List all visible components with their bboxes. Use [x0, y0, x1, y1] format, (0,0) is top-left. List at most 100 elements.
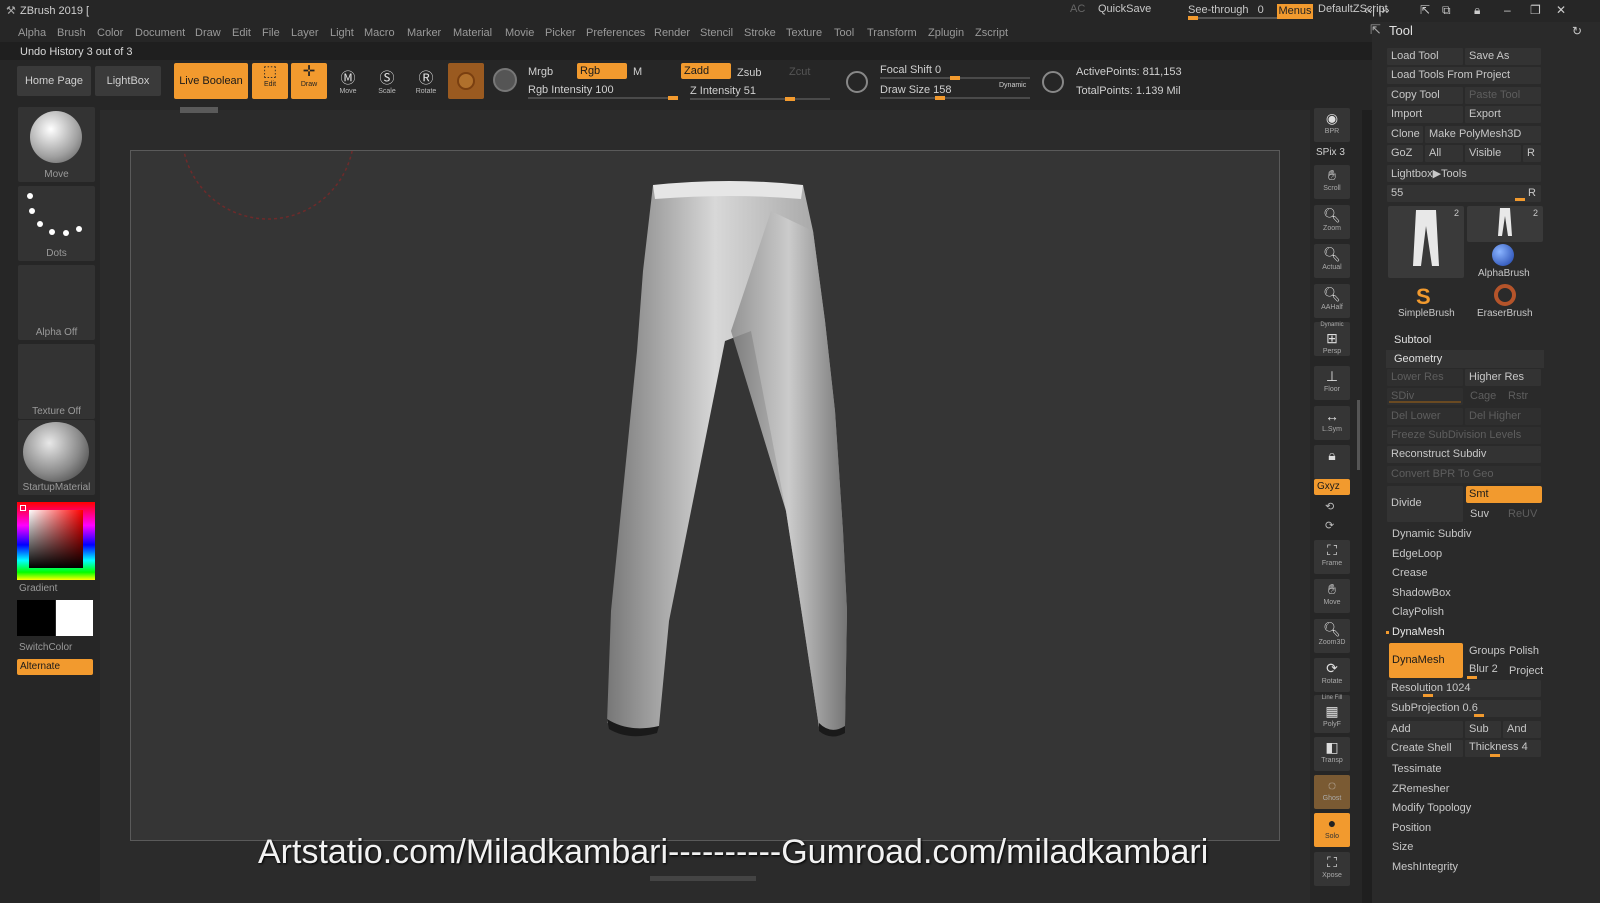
menu-material[interactable]: Material — [453, 27, 492, 39]
lock-icon[interactable]: 🔒︎ — [1474, 3, 1480, 18]
alternate-button[interactable]: Alternate — [17, 659, 93, 675]
menu-draw[interactable]: Draw — [195, 27, 221, 39]
persp-button[interactable]: Dynamic ⊞ Persp — [1314, 322, 1350, 356]
subtool-header[interactable]: Subtool — [1394, 334, 1431, 346]
move-mode-button[interactable]: Ⓜ Move — [330, 70, 366, 102]
goz-button[interactable]: GoZ — [1387, 145, 1423, 162]
menu-zscript[interactable]: Zscript — [975, 27, 1008, 39]
smt-button[interactable]: Smt — [1466, 486, 1542, 503]
home-page-button[interactable]: Home Page — [17, 66, 91, 96]
pin-icon[interactable]: ⇱ — [1370, 22, 1381, 38]
stroke-selector[interactable]: Dots — [18, 186, 95, 261]
rotate-y-icon[interactable]: ⟲ — [1325, 500, 1334, 513]
save-as-button[interactable]: Save As — [1465, 48, 1541, 65]
layout-icon[interactable]: ⇱ — [1420, 3, 1430, 17]
scale-mode-button[interactable]: Ⓢ Scale — [369, 70, 405, 102]
zadd-button[interactable]: Zadd — [681, 63, 731, 79]
resolution-slider[interactable]: Resolution 1024 — [1387, 680, 1541, 697]
menu-light[interactable]: Light — [330, 27, 354, 39]
alpha-brush-label[interactable]: AlphaBrush — [1478, 268, 1530, 279]
modify-topology-section[interactable]: Modify Topology — [1392, 802, 1471, 814]
create-shell-button[interactable]: Create Shell — [1387, 740, 1463, 757]
subprojection-knob[interactable] — [1474, 714, 1484, 717]
rgb-intensity-knob[interactable] — [668, 96, 678, 100]
shadowbox-section[interactable]: ShadowBox — [1392, 587, 1451, 599]
claypolish-section[interactable]: ClayPolish — [1392, 606, 1444, 618]
ghost-button[interactable]: ◌ Ghost — [1314, 775, 1350, 809]
z-intensity-label[interactable]: Z Intensity 51 — [690, 85, 756, 97]
load-from-project-button[interactable]: Load Tools From Project — [1387, 67, 1541, 84]
alpha-brush-icon[interactable] — [1492, 244, 1514, 266]
eraser-brush-icon[interactable] — [1494, 284, 1516, 306]
dynamesh-button[interactable]: DynaMesh — [1389, 643, 1463, 678]
menu-color[interactable]: Color — [97, 27, 123, 39]
menus-toggle-button[interactable]: Menus — [1277, 4, 1313, 19]
dynamic-size-button[interactable]: Dynamic — [999, 82, 1026, 89]
bpr-button[interactable]: ◉ BPR — [1314, 108, 1350, 142]
document-canvas[interactable] — [130, 46, 1280, 841]
menu-picker[interactable]: Picker — [545, 27, 576, 39]
main-color-swatch[interactable] — [56, 600, 93, 636]
m-button[interactable]: M — [633, 66, 642, 78]
material-swatch-button[interactable] — [448, 63, 484, 99]
tool-slider[interactable]: 55 R — [1387, 185, 1541, 202]
menu-brush[interactable]: Brush — [57, 27, 86, 39]
minimize-icon[interactable]: – — [1504, 3, 1511, 17]
lower-res-button[interactable]: Lower Res — [1387, 369, 1463, 386]
menu-layer[interactable]: Layer — [291, 27, 319, 39]
copy-tool-button[interactable]: Copy Tool — [1387, 87, 1463, 104]
clone-button[interactable]: Clone — [1387, 126, 1423, 143]
layout2-icon[interactable]: ⧉ — [1442, 3, 1451, 18]
zoom3d-button[interactable]: 🔍︎ Zoom3D — [1314, 619, 1350, 653]
rstr-button[interactable]: Rstr — [1508, 390, 1528, 402]
lock-camera-button[interactable]: 🔒︎ — [1314, 445, 1350, 479]
pants-small-thumbnail[interactable]: 2 — [1467, 206, 1543, 242]
viewport-scroll-handle[interactable] — [180, 107, 218, 113]
tool-panel-refresh-icon[interactable]: ↻ — [1572, 24, 1582, 38]
menu-alpha[interactable]: Alpha — [18, 27, 46, 39]
color-picker[interactable] — [17, 502, 95, 580]
xyz-button[interactable]: Gxyz — [1314, 479, 1350, 495]
suv-button[interactable]: Suv — [1470, 508, 1489, 520]
frame-button[interactable]: ⛶ Frame — [1314, 540, 1350, 574]
geometry-header[interactable]: Geometry — [1394, 353, 1442, 365]
groups-button[interactable]: Groups — [1469, 645, 1505, 657]
rotate-mode-button[interactable]: Ⓡ Rotate — [408, 70, 444, 102]
menu-macro[interactable]: Macro — [364, 27, 395, 39]
move-view-button[interactable]: ✋︎ Move — [1314, 579, 1350, 613]
edit-mode-button[interactable]: ⬚ Edit — [252, 63, 288, 99]
eraser-brush-label[interactable]: EraserBrush — [1477, 308, 1533, 319]
transp-button[interactable]: ◧ Transp — [1314, 737, 1350, 771]
freeze-subdiv-button[interactable]: Freeze SubDivision Levels — [1387, 427, 1541, 444]
draw-mode-button[interactable]: ✛ Draw — [291, 63, 327, 99]
tool-panel-title[interactable]: Tool — [1389, 23, 1413, 38]
undo-history-label[interactable]: Undo History 3 out of 3 — [20, 46, 133, 58]
thickness-slider[interactable]: Thickness 4 — [1465, 740, 1541, 757]
visible-button[interactable]: Visible — [1465, 145, 1521, 162]
blur-knob[interactable] — [1467, 676, 1477, 679]
and-button[interactable]: And — [1503, 721, 1541, 738]
switch-color-button[interactable]: SwitchColor — [19, 642, 72, 653]
polyf-button[interactable]: Line Fill ▦ PolyF — [1314, 695, 1350, 733]
draw-size-label[interactable]: Draw Size 158 — [880, 84, 952, 96]
menu-edit[interactable]: Edit — [232, 27, 251, 39]
export-button[interactable]: Export — [1465, 106, 1541, 123]
rgb-button[interactable]: Rgb — [577, 63, 627, 79]
lightbox-tools-button[interactable]: Lightbox▶Tools — [1387, 165, 1541, 182]
secondary-color-swatch[interactable] — [17, 600, 55, 636]
menu-transform[interactable]: Transform — [867, 27, 917, 39]
menu-preferences[interactable]: Preferences — [586, 27, 645, 39]
reuv-button[interactable]: ReUV — [1508, 508, 1537, 520]
zsub-button[interactable]: Zsub — [737, 67, 761, 79]
texture-selector[interactable]: Texture Off — [18, 344, 95, 419]
spix-slider[interactable]: SPix 3 — [1316, 147, 1345, 158]
position-section[interactable]: Position — [1392, 822, 1431, 834]
size-section[interactable]: Size — [1392, 841, 1413, 853]
reconstruct-subdiv-button[interactable]: Reconstruct Subdiv — [1387, 446, 1541, 463]
script-arrows-icon[interactable]: ‹‹| |›› — [1364, 3, 1390, 17]
crease-section[interactable]: Crease — [1392, 567, 1427, 579]
zremesher-section[interactable]: ZRemesher — [1392, 783, 1449, 795]
material-selector[interactable]: StartupMaterial — [18, 420, 95, 495]
menu-texture[interactable]: Texture — [786, 27, 822, 39]
focal-shift-label[interactable]: Focal Shift 0 — [880, 64, 941, 76]
